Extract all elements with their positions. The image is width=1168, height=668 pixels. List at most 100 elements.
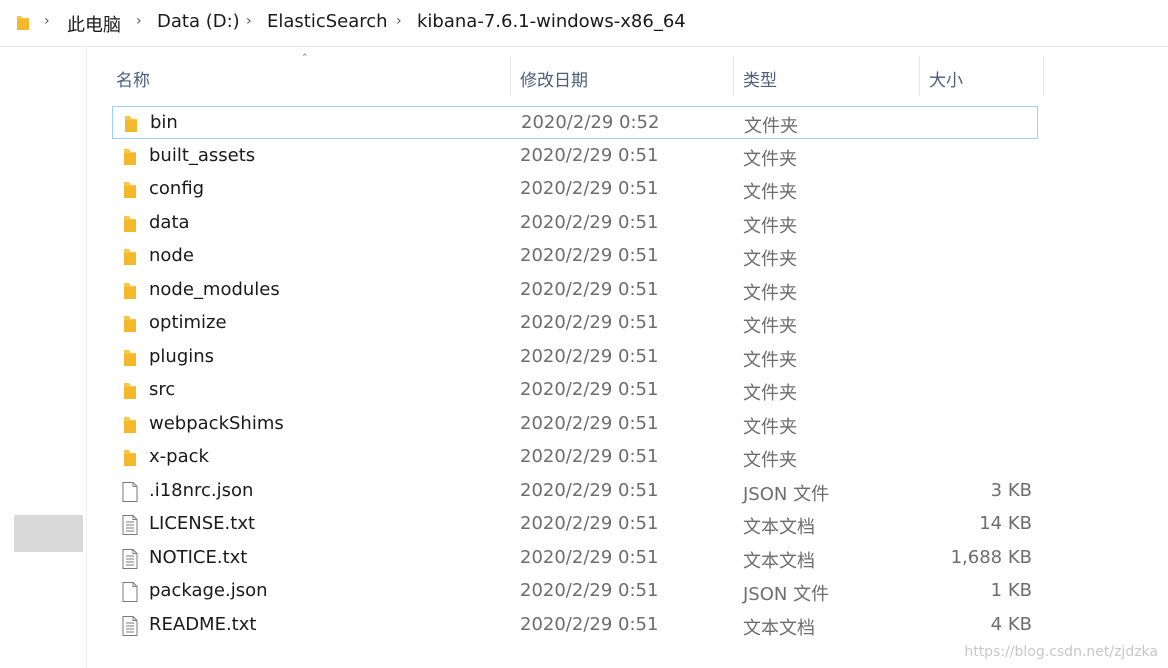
- column-divider[interactable]: [1043, 56, 1044, 96]
- folder-icon: [120, 213, 140, 235]
- folder-icon: [120, 447, 140, 469]
- file-type: 文件夹: [743, 148, 797, 170]
- folder-icon: [120, 146, 140, 168]
- text-file-icon: [120, 514, 140, 536]
- file-icon: [120, 481, 140, 503]
- file-type: 文件夹: [743, 215, 797, 237]
- text-file-icon: [120, 615, 140, 637]
- file-name: node: [149, 245, 194, 266]
- watermark: https://blog.csdn.net/zjdzka: [964, 644, 1158, 660]
- breadcrumb-this-pc[interactable]: 此电脑: [67, 11, 121, 37]
- file-type: 文件夹: [743, 349, 797, 371]
- file-size: 1,688 KB: [950, 546, 1032, 568]
- file-name: data: [149, 211, 190, 233]
- chevron-right-icon[interactable]: ›: [246, 13, 252, 29]
- folder-icon: [120, 246, 140, 268]
- file-type: 文件夹: [743, 249, 797, 270]
- file-type: 文本文档: [743, 550, 815, 572]
- file-row[interactable]: README.txt 2020/2/29 0:51 文本文档 4 KB: [112, 609, 1038, 642]
- file-type: 文件夹: [743, 383, 797, 404]
- file-type: 文件夹: [743, 282, 797, 304]
- file-size: 4 KB: [990, 613, 1032, 635]
- column-header-type[interactable]: 类型: [734, 56, 919, 96]
- folder-icon: [120, 347, 140, 369]
- navigation-pane[interactable]: [0, 47, 87, 668]
- file-row[interactable]: data 2020/2/29 0:51 文件夹: [112, 207, 1038, 240]
- column-header-name-label: 名称: [116, 71, 150, 91]
- file-name: README.txt: [149, 613, 257, 635]
- column-header-size-label: 大小: [929, 71, 963, 91]
- nav-selected-item[interactable]: [14, 515, 83, 552]
- file-date: 2020/2/29 0:51: [520, 345, 659, 367]
- file-row[interactable]: config 2020/2/29 0:51 文件夹: [112, 173, 1038, 206]
- file-row[interactable]: node_modules 2020/2/29 0:51 文件夹: [112, 274, 1038, 307]
- file-date: 2020/2/29 0:51: [520, 513, 659, 534]
- file-date: 2020/2/29 0:51: [520, 312, 659, 333]
- folder-icon: [15, 14, 31, 36]
- file-row[interactable]: plugins 2020/2/29 0:51 文件夹: [112, 341, 1038, 374]
- file-date: 2020/2/29 0:51: [520, 580, 659, 601]
- file-type: 文件夹: [744, 116, 798, 137]
- breadcrumb-kibana[interactable]: kibana-7.6.1-windows-x86_64: [417, 11, 686, 32]
- file-row[interactable]: built_assets 2020/2/29 0:51 文件夹: [112, 140, 1038, 173]
- file-size: 1 KB: [990, 580, 1032, 601]
- file-date: 2020/2/29 0:51: [520, 446, 659, 467]
- column-header-date-label: 修改日期: [520, 71, 588, 91]
- file-name: webpackShims: [149, 412, 284, 434]
- file-name: src: [149, 379, 176, 400]
- file-name: plugins: [149, 345, 215, 367]
- file-row[interactable]: node 2020/2/29 0:51 文件夹: [112, 240, 1038, 273]
- file-date: 2020/2/29 0:51: [520, 178, 659, 199]
- file-icon: [120, 581, 140, 603]
- folder-icon: [120, 313, 140, 335]
- column-header-size[interactable]: 大小: [920, 56, 1043, 96]
- folder-icon: [120, 179, 140, 201]
- file-type: 文件夹: [743, 416, 797, 438]
- file-size: 3 KB: [990, 479, 1032, 501]
- file-type: 文件夹: [743, 182, 797, 203]
- file-type: JSON 文件: [743, 584, 830, 605]
- file-date: 2020/2/29 0:51: [520, 613, 659, 635]
- folder-icon: [120, 414, 140, 436]
- file-name: optimize: [149, 312, 227, 333]
- file-row[interactable]: x-pack 2020/2/29 0:51 文件夹: [112, 441, 1038, 474]
- file-name: node_modules: [149, 278, 280, 300]
- address-bar[interactable]: › 此电脑 › Data (D:) › ElasticSearch › kiba…: [0, 0, 1168, 47]
- file-date: 2020/2/29 0:51: [520, 479, 659, 501]
- file-row[interactable]: LICENSE.txt 2020/2/29 0:51 文本文档 14 KB: [112, 508, 1038, 541]
- file-type: 文本文档: [743, 617, 815, 639]
- file-size: 14 KB: [979, 513, 1032, 534]
- file-row[interactable]: .i18nrc.json 2020/2/29 0:51 JSON 文件 3 KB: [112, 475, 1038, 508]
- file-name: bin: [150, 112, 178, 133]
- chevron-right-icon[interactable]: ›: [396, 13, 402, 29]
- file-row[interactable]: webpackShims 2020/2/29 0:51 文件夹: [112, 408, 1038, 441]
- file-date: 2020/2/29 0:51: [520, 379, 659, 400]
- file-type: 文件夹: [743, 450, 797, 471]
- file-date: 2020/2/29 0:52: [521, 112, 660, 133]
- file-name: config: [149, 178, 205, 199]
- column-header-date[interactable]: 修改日期: [511, 56, 733, 96]
- file-name: NOTICE.txt: [149, 546, 248, 568]
- file-row[interactable]: bin 2020/2/29 0:52 文件夹: [112, 106, 1038, 139]
- file-date: 2020/2/29 0:51: [520, 144, 659, 166]
- breadcrumb-drive[interactable]: Data (D:): [157, 11, 240, 32]
- chevron-right-icon[interactable]: ›: [44, 13, 50, 29]
- file-name: .i18nrc.json: [149, 479, 254, 501]
- column-header-name[interactable]: 名称: [112, 56, 510, 96]
- file-type: 文本文档: [743, 517, 815, 538]
- column-header-type-label: 类型: [743, 71, 777, 91]
- file-row[interactable]: optimize 2020/2/29 0:51 文件夹: [112, 307, 1038, 340]
- folder-icon: [120, 280, 140, 302]
- file-name: built_assets: [149, 144, 256, 166]
- file-row[interactable]: package.json 2020/2/29 0:51 JSON 文件 1 KB: [112, 575, 1038, 608]
- file-row[interactable]: src 2020/2/29 0:51 文件夹: [112, 374, 1038, 407]
- text-file-icon: [120, 548, 140, 570]
- chevron-right-icon[interactable]: ›: [136, 13, 142, 29]
- file-type: JSON 文件: [743, 483, 830, 505]
- file-date: 2020/2/29 0:51: [520, 412, 659, 434]
- file-type: 文件夹: [743, 316, 797, 337]
- breadcrumb-elasticsearch[interactable]: ElasticSearch: [267, 11, 388, 32]
- file-name: x-pack: [149, 446, 209, 467]
- file-date: 2020/2/29 0:51: [520, 278, 659, 300]
- file-row[interactable]: NOTICE.txt 2020/2/29 0:51 文本文档 1,688 KB: [112, 542, 1038, 575]
